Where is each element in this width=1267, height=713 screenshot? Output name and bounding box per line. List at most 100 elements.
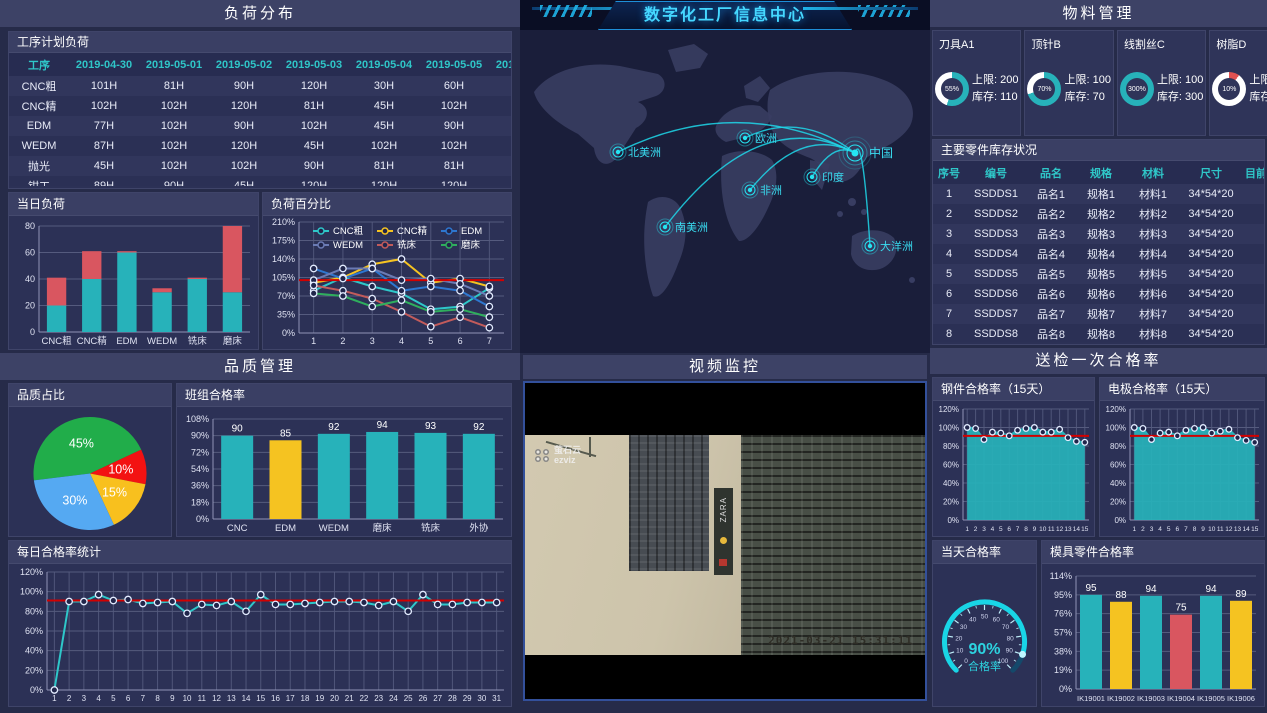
column-header: 2019-05-01 [139,53,209,76]
column-header: 目前库存 [1243,161,1264,184]
video-letterbox-top [525,383,925,435]
cell: 120H [209,96,279,116]
panel-team-rate: 班组合格率 0%18%36%54%72%90%108%CNCEDMWEDM磨床铣… [176,383,512,537]
cell: 2 [933,204,965,224]
cell: 90H [419,116,489,136]
table-row: 钳工89H90H45H120H120H120H [9,176,511,186]
svg-text:100%: 100% [20,587,43,597]
svg-text:27: 27 [433,694,442,703]
svg-text:0%: 0% [196,514,209,524]
cell: 81H [279,96,349,116]
column-header: 2019-05-04 [349,53,419,76]
svg-text:16: 16 [271,694,280,703]
svg-text:10: 10 [956,648,964,655]
panel-quality-pie: 品质占比 45%10%15%30% [8,383,172,537]
svg-text:10%: 10% [108,463,133,477]
section-header-video: 视频监控 [523,355,927,379]
cell: 规格1 [1075,184,1127,204]
table-row: 6SSDDS6品名6规格6材料634*54*20 [933,284,1264,304]
svg-text:95%: 95% [1054,590,1072,600]
cell: 102H [139,116,209,136]
cell: 81H [349,156,419,176]
cell: 7 [933,304,965,324]
cell: CNC粗 [9,76,69,96]
stock-ring-gauge: 70% [1027,72,1061,106]
svg-text:18%: 18% [191,497,209,507]
cell: 规格3 [1075,224,1127,244]
cell: 5 [933,264,965,284]
svg-text:11: 11 [1048,526,1055,533]
cell: 钳工 [9,176,69,186]
svg-text:铣床: 铣床 [421,522,441,534]
material-info: 上限: 200库存: 110 [972,72,1018,106]
svg-text:1: 1 [1132,526,1136,533]
svg-text:175%: 175% [272,236,295,246]
stock-ring-percent: 55% [941,78,963,100]
section-header-material: 物料管理 [930,0,1267,27]
cell: 120H [279,76,349,96]
svg-text:120%: 120% [939,405,959,414]
svg-text:7: 7 [141,694,146,703]
svg-text:7: 7 [1184,526,1188,533]
material-card-1: 刀具A1 55% 上限: 200库存: 110 [932,30,1021,136]
cell: 品名4 [1027,244,1075,264]
svg-text:CNC精: CNC精 [77,335,108,347]
cell: 34*54*20 [1179,244,1243,264]
limit-label: 上限: 100 [1157,72,1203,89]
svg-text:8: 8 [1193,526,1197,533]
video-letterbox-bottom [525,655,925,699]
panel-title: 当日负荷 [9,193,258,216]
svg-text:20%: 20% [943,498,959,507]
cell: 34*54*20 [1179,304,1243,324]
svg-text:89: 89 [1235,589,1247,600]
panel-title: 电极合格率（15天） [1100,378,1264,401]
panel-inventory: 主要零件库存状况 序号编号品名规格材料尺寸目前库存1SSDDS1品名1规格1材料… [932,139,1265,345]
cell: 45H [209,176,279,186]
svg-text:4: 4 [96,694,101,703]
svg-text:100%: 100% [939,424,959,433]
svg-text:WEDM: WEDM [319,523,349,534]
column-header: 2019-05-02 [209,53,279,76]
svg-text:19%: 19% [1054,665,1072,675]
svg-text:6: 6 [1007,526,1011,533]
cell: 81H [419,156,489,176]
cell: 102H [209,156,279,176]
table-row: 2SSDDS2品名2规格2材料234*54*20 [933,204,1264,224]
cell: 102H [279,116,349,136]
svg-text:15%: 15% [102,486,127,500]
svg-text:2: 2 [974,526,978,533]
svg-text:14: 14 [1242,526,1250,533]
cell: 品名5 [1027,264,1075,284]
section-title: 送检一次合格率 [1035,348,1161,374]
page-title-plate: 数字化工厂信息中心 [598,1,852,30]
stock-label: 库存: 110 [972,89,1018,106]
cell [1243,184,1264,204]
svg-text:20: 20 [955,635,963,642]
svg-text:大洋洲: 大洋洲 [880,239,913,253]
svg-text:24: 24 [389,694,398,703]
svg-text:磨床: 磨床 [373,522,393,534]
table-row: WEDM87H102H120H45H102H102H [9,136,511,156]
svg-text:21: 21 [345,694,354,703]
material-name: 刀具A1 [933,31,1020,52]
svg-text:0%: 0% [1114,516,1126,525]
video-monitor: ZARA 萤石云 ezviz 2021-03-21 15:31:11 [523,381,927,701]
svg-text:IK19001: IK19001 [1077,694,1105,703]
svg-text:EDM: EDM [116,336,137,347]
world-map: 北美洲南美洲欧洲非洲印度中国大洋洲 [520,30,930,353]
svg-text:29: 29 [463,694,472,703]
cell: 6 [933,284,965,304]
cell: SSDDS7 [965,304,1027,324]
svg-text:3: 3 [370,336,375,346]
cell: 89H [69,176,139,186]
material-name: 线割丝C [1118,31,1205,52]
svg-text:60: 60 [993,616,1001,623]
svg-text:92: 92 [473,422,485,433]
svg-text:0%: 0% [282,328,295,338]
svg-text:85: 85 [280,428,292,439]
section-header-quality: 品质管理 [0,353,520,380]
svg-text:95: 95 [1085,583,1097,594]
svg-text:CNC精: CNC精 [397,225,428,237]
load-pct-chart: 12345670%35%70%105%140%175%210%CNC粗CNC精E… [263,216,511,349]
stock-ring-percent: 10% [1218,78,1240,100]
